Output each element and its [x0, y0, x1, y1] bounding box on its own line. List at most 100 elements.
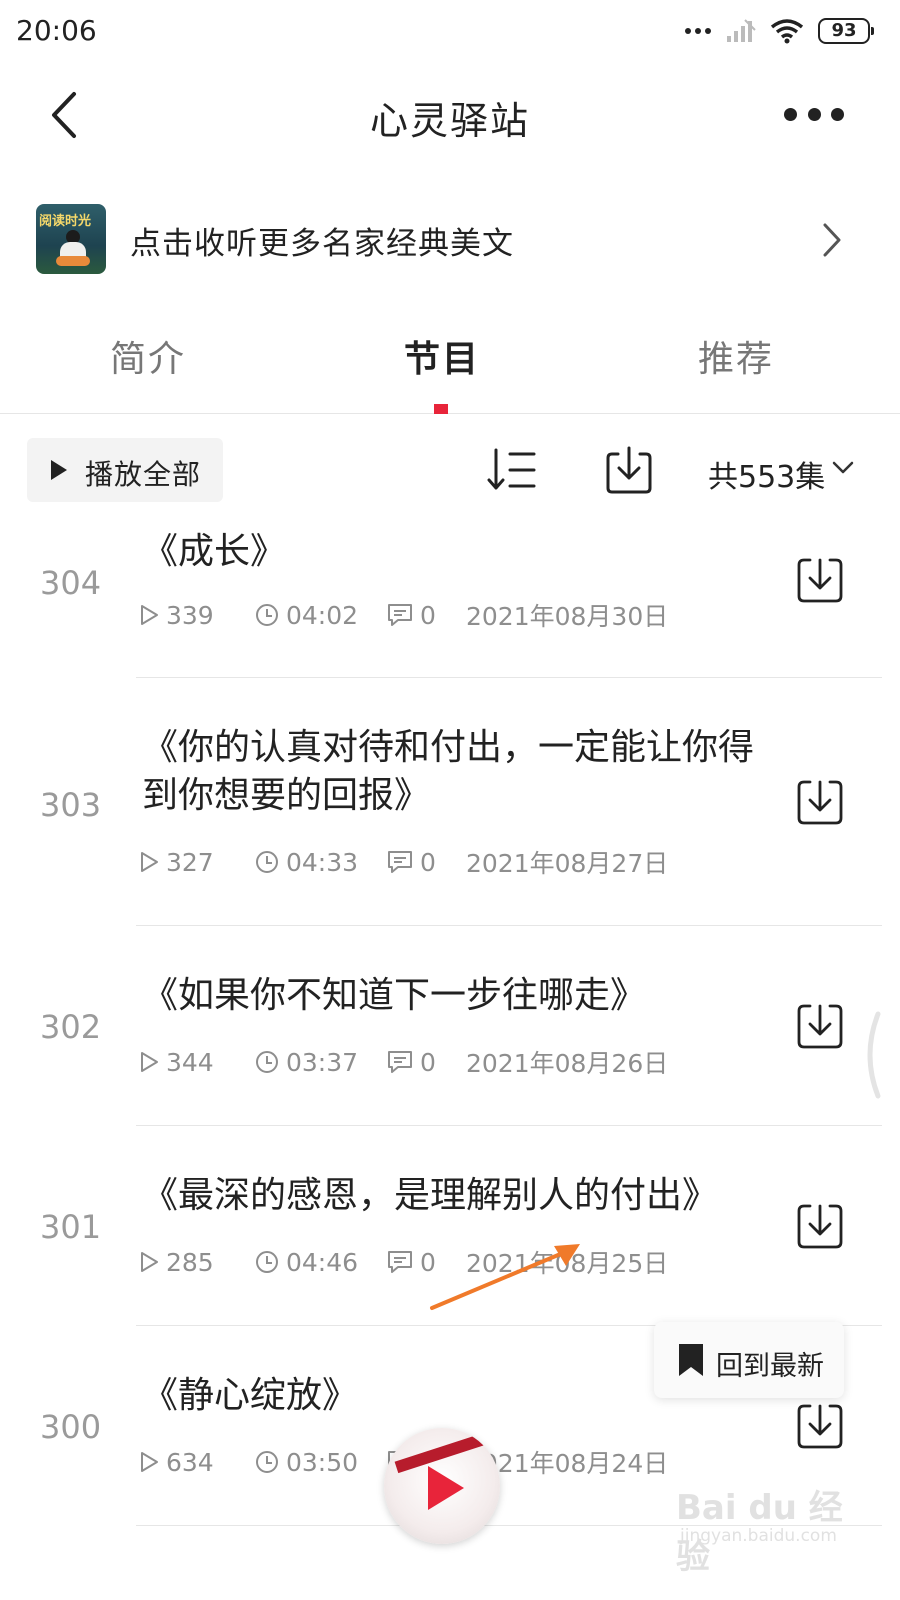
page-title: 心灵驿站	[369, 99, 530, 143]
publish-date: 2021年08月26日	[466, 1049, 669, 1078]
comment-count: 0	[386, 1048, 466, 1077]
play-count-icon	[141, 1052, 158, 1072]
download-icon[interactable]	[796, 1002, 844, 1050]
download-icon[interactable]	[796, 778, 844, 826]
back-to-latest-label: 回到最新	[716, 1351, 824, 1382]
chevron-right-icon	[823, 223, 841, 257]
play-count: 339	[138, 601, 254, 630]
play-count: 285	[138, 1248, 254, 1277]
episode-number: 300	[40, 1408, 102, 1446]
baidu-watermark: Bai du 经验 jingyan.baidu.com	[676, 1480, 876, 1577]
status-icons: 93	[684, 14, 874, 48]
publish-date: 2021年08月30日	[466, 602, 669, 631]
duration: 04:33	[254, 848, 386, 877]
play-count-icon	[141, 605, 158, 625]
play-count-icon	[141, 1452, 158, 1472]
comment-icon	[388, 1051, 412, 1073]
comment-icon	[388, 1251, 412, 1273]
play-count-value: 634	[166, 1447, 214, 1477]
episode-meta: 339 04:02 0 2021年08月30日	[138, 597, 668, 633]
bookmark-icon	[679, 1344, 703, 1376]
play-icon	[51, 460, 67, 480]
duration: 04:02	[254, 601, 386, 630]
duration-value: 04:46	[286, 1247, 359, 1277]
battery-indicator: 93	[818, 18, 874, 44]
watermark-url: jingyan.baidu.com	[680, 1526, 837, 1546]
comment-icon	[388, 604, 412, 626]
clock-icon	[256, 604, 278, 626]
play-count-icon	[141, 1252, 158, 1272]
episode-number: 304	[40, 564, 102, 602]
episode-row[interactable]: 303 《你的认真对待和付出，一定能让你得到你想要的回报》 327 04:33 …	[0, 678, 900, 926]
status-time: 20:06	[16, 14, 97, 47]
episode-row[interactable]: 304 《成长》 339 04:02 0 2021年08月30日	[0, 520, 900, 678]
episode-number: 303	[40, 786, 102, 824]
signal-icon	[727, 19, 756, 42]
play-count-value: 344	[166, 1047, 214, 1077]
nav-bar: 心灵驿站	[0, 70, 900, 160]
episode-number: 301	[40, 1208, 102, 1246]
download-icon[interactable]	[796, 1202, 844, 1250]
episode-title: 《成长》	[142, 531, 287, 572]
tab-intro[interactable]: 简介	[110, 330, 186, 382]
duration: 03:50	[254, 1448, 386, 1477]
play-all-button[interactable]: 播放全部	[27, 438, 223, 502]
status-bar: 20:06 93	[0, 0, 900, 62]
active-tab-indicator	[434, 404, 448, 414]
comment-count: 0	[386, 848, 466, 877]
comment-count: 0	[386, 601, 466, 630]
episode-meta: 344 03:37 0 2021年08月26日	[138, 1044, 668, 1080]
download-icon[interactable]	[796, 1402, 844, 1450]
episode-number: 302	[40, 1008, 102, 1046]
annotation-arrow-icon	[430, 1244, 580, 1310]
duration: 04:46	[254, 1248, 386, 1277]
clock-icon	[256, 1051, 278, 1073]
duration: 03:37	[254, 1048, 386, 1077]
clock-icon	[256, 1451, 278, 1473]
promo-cover-title: 阅读时光	[39, 214, 92, 229]
wifi-icon	[770, 19, 804, 44]
play-all-label: 播放全部	[85, 458, 202, 491]
more-options-icon[interactable]	[784, 104, 844, 124]
play-count-icon	[141, 852, 158, 872]
mini-player-button[interactable]	[384, 1428, 500, 1544]
side-scroll-handle[interactable]	[858, 1010, 888, 1100]
episode-meta: 327 04:33 0 2021年08月27日	[138, 844, 668, 880]
clock-icon	[256, 851, 278, 873]
play-count-value: 339	[166, 600, 214, 630]
play-count-value: 285	[166, 1247, 214, 1277]
episode-count-selector[interactable]: 共553集	[708, 452, 825, 496]
comment-count-value: 0	[420, 847, 436, 877]
comment-icon	[388, 851, 412, 873]
duration-value: 03:50	[286, 1447, 359, 1477]
list-toolbar: 播放全部 共553集	[0, 438, 900, 504]
mini-play-icon	[428, 1466, 464, 1510]
promo-text: 点击收听更多名家经典美文	[130, 226, 514, 262]
dots-icon	[685, 28, 711, 34]
publish-date: 2021年08月27日	[466, 849, 669, 878]
episode-row[interactable]: 302 《如果你不知道下一步往哪走》 344 03:37 0 2021年08月2…	[0, 926, 900, 1126]
episode-title: 《你的认真对待和付出，一定能让你得到你想要的回报》	[142, 727, 755, 816]
sort-icon[interactable]	[486, 446, 538, 494]
duration-value: 04:02	[286, 600, 359, 630]
tab-recommend[interactable]: 推荐	[698, 330, 774, 382]
play-count: 344	[138, 1048, 254, 1077]
tab-episodes[interactable]: 节目	[404, 330, 480, 382]
back-to-latest-button[interactable]: 回到最新	[654, 1322, 844, 1398]
play-count: 634	[138, 1448, 254, 1477]
duration-value: 03:37	[286, 1047, 359, 1077]
episode-title: 《如果你不知道下一步往哪走》	[142, 975, 647, 1016]
comment-count-value: 0	[420, 1047, 436, 1077]
promo-cover-image: 阅读时光	[36, 204, 106, 274]
tab-bar: 简介 节目 推荐	[0, 318, 900, 414]
clock-icon	[256, 1251, 278, 1273]
episode-title: 《最深的感恩，是理解别人的付出》	[142, 1175, 719, 1216]
play-count: 327	[138, 848, 254, 877]
comment-count-value: 0	[420, 600, 436, 630]
play-count-value: 327	[166, 847, 214, 877]
batch-download-icon[interactable]	[604, 444, 654, 496]
chevron-down-icon[interactable]	[832, 460, 854, 476]
duration-value: 04:33	[286, 847, 359, 877]
download-icon[interactable]	[796, 556, 844, 604]
promo-banner[interactable]: 阅读时光 点击收听更多名家经典美文	[0, 196, 900, 282]
